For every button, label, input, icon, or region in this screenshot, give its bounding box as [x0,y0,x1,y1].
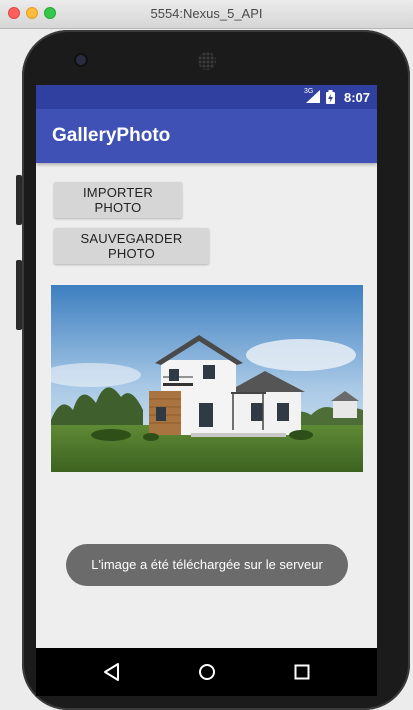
signal-icon [306,90,320,103]
home-icon[interactable] [193,658,221,686]
toast-message: L'image a été téléchargée sur le serveur [66,544,348,586]
house-photo [51,285,363,472]
app-bar: GalleryPhoto [36,109,377,163]
import-photo-button[interactable]: IMPORTER PHOTO [54,182,182,218]
status-bar: 3G 8:07 [36,85,377,109]
back-icon[interactable] [98,658,126,686]
window-titlebar: 5554:Nexus_5_API [0,0,413,29]
window-title: 5554:Nexus_5_API [150,6,263,21]
app-title: GalleryPhoto [52,125,171,146]
front-camera [76,55,86,65]
device-screen: 3G 8:07 GalleryPhoto IMPORTER PHOTO SAUV… [36,85,377,696]
status-time: 8:07 [344,90,371,105]
recents-icon[interactable] [288,658,316,686]
earpiece-speaker [198,52,216,70]
battery-icon [326,90,335,104]
volume-button[interactable] [16,260,22,330]
power-button[interactable] [16,175,22,225]
save-photo-button[interactable]: SAUVEGARDER PHOTO [54,228,209,264]
nav-bar [36,648,377,696]
